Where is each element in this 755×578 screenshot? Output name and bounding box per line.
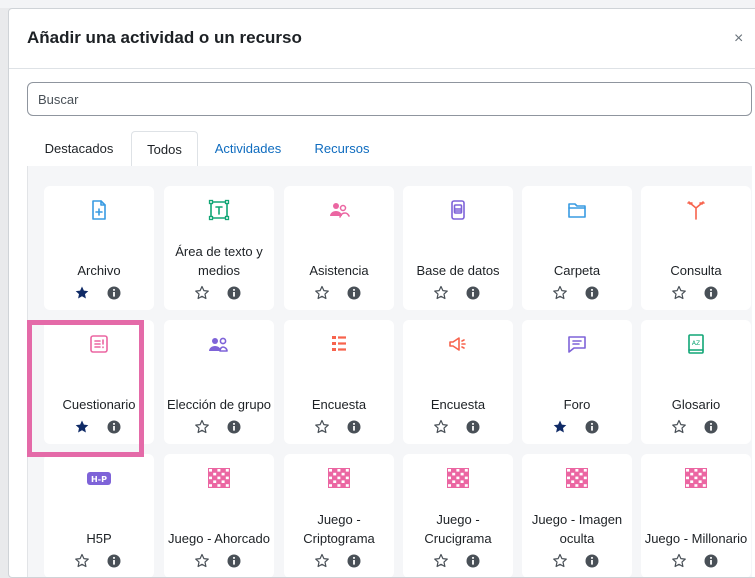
star-outline-icon[interactable] (671, 419, 687, 435)
tab-destacados[interactable]: Destacados (27, 131, 131, 166)
activity-name: Juego - Millonario (644, 531, 748, 546)
activity-name: Juego - Ahorcado (168, 531, 270, 546)
tab-recursos[interactable]: Recursos (298, 131, 386, 166)
activity-card[interactable]: Foro (522, 320, 632, 444)
star-filled-icon[interactable] (74, 419, 90, 435)
activity-name: Encuesta (430, 397, 486, 412)
activity-card[interactable]: Carpeta (522, 186, 632, 310)
activity-card[interactable]: Archivo (44, 186, 154, 310)
close-icon[interactable]: × (734, 31, 743, 47)
activity-card[interactable]: AZ Glosario (641, 320, 751, 444)
star-outline-icon[interactable] (433, 419, 449, 435)
info-icon[interactable] (466, 286, 480, 300)
activity-name: Base de datos (416, 263, 500, 278)
activity-card[interactable]: Encuesta (284, 320, 394, 444)
activity-card[interactable]: Juego - Crucigrama (403, 454, 513, 577)
activity-name: Consulta (670, 263, 722, 278)
modal-title: Añadir una actividad o un recurso (27, 28, 302, 47)
activity-card[interactable]: Área de texto y medios (164, 186, 274, 310)
info-icon[interactable] (227, 554, 241, 568)
star-outline-icon[interactable] (433, 553, 449, 569)
info-icon[interactable] (107, 554, 121, 568)
background-page-strip (0, 0, 755, 8)
activity-name: Foro (563, 397, 591, 412)
activity-name: Encuesta (311, 397, 367, 412)
star-outline-icon[interactable] (552, 553, 568, 569)
info-icon[interactable] (347, 420, 361, 434)
star-filled-icon[interactable] (552, 419, 568, 435)
star-filled-icon[interactable] (74, 285, 90, 301)
info-icon[interactable] (107, 286, 121, 300)
modal-header: Añadir una actividad o un recurso × (9, 9, 755, 69)
info-icon[interactable] (585, 420, 599, 434)
activity-name: Archivo (77, 263, 121, 278)
star-outline-icon[interactable] (314, 285, 330, 301)
info-icon[interactable] (347, 554, 361, 568)
activity-name: Glosario (671, 397, 721, 412)
activity-card[interactable]: Asistencia (284, 186, 394, 310)
activity-name: Asistencia (309, 263, 369, 278)
star-outline-icon[interactable] (552, 285, 568, 301)
star-outline-icon[interactable] (671, 285, 687, 301)
info-icon[interactable] (466, 420, 480, 434)
info-icon[interactable] (585, 286, 599, 300)
tab-actividades[interactable]: Actividades (198, 131, 298, 166)
activity-name: Elección de grupo (166, 397, 272, 412)
star-outline-icon[interactable] (314, 553, 330, 569)
activity-card[interactable]: Encuesta (403, 320, 513, 444)
activity-name: Carpeta (553, 263, 601, 278)
info-icon[interactable] (227, 420, 241, 434)
info-icon[interactable] (107, 420, 121, 434)
info-icon[interactable] (347, 286, 361, 300)
star-outline-icon[interactable] (74, 553, 90, 569)
activity-card[interactable]: Cuestionario (44, 320, 154, 444)
star-outline-icon[interactable] (671, 553, 687, 569)
activity-name: Juego - Crucigrama (424, 512, 492, 546)
tab-bar: Destacados Todos Actividades Recursos (27, 131, 752, 167)
info-icon[interactable] (466, 554, 480, 568)
star-outline-icon[interactable] (194, 553, 210, 569)
star-outline-icon[interactable] (314, 419, 330, 435)
activity-name: Juego - Criptograma (303, 512, 375, 546)
activity-card[interactable]: Juego - Millonario (641, 454, 751, 577)
activity-card[interactable]: H-P H5P (44, 454, 154, 577)
info-icon[interactable] (704, 420, 718, 434)
activity-name: Juego - Imagen oculta (531, 512, 623, 546)
activity-card[interactable]: Elección de grupo (164, 320, 274, 444)
activity-name: Cuestionario (62, 397, 136, 412)
tab-todos[interactable]: Todos (131, 131, 198, 167)
info-icon[interactable] (227, 286, 241, 300)
star-outline-icon[interactable] (194, 285, 210, 301)
activity-card[interactable]: Juego - Ahorcado (164, 454, 274, 577)
star-outline-icon[interactable] (433, 285, 449, 301)
add-activity-modal: Añadir una actividad o un recurso × Dest… (8, 8, 755, 578)
activity-card[interactable]: Base de datos (403, 186, 513, 310)
activity-grid: Archivo Área de texto y medios Asistencia B… (27, 166, 752, 577)
activity-card[interactable]: Consulta (641, 186, 751, 310)
info-icon[interactable] (585, 554, 599, 568)
star-outline-icon[interactable] (194, 419, 210, 435)
activity-card[interactable]: Juego - Imagen oculta (522, 454, 632, 577)
info-icon[interactable] (704, 286, 718, 300)
activity-name: H5P (86, 531, 112, 546)
activity-name: Área de texto y medios (175, 244, 263, 278)
info-icon[interactable] (704, 554, 718, 568)
activity-card[interactable]: Juego - Criptograma (284, 454, 394, 577)
search-input[interactable] (27, 82, 752, 116)
